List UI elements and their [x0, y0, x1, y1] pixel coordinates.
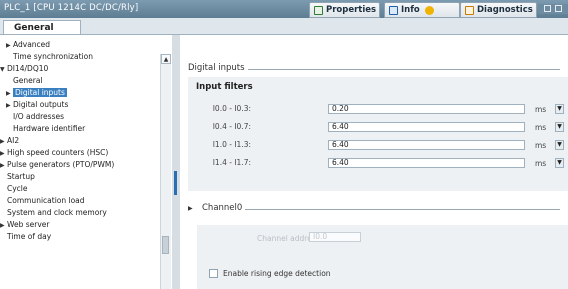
tree-item-label: Advanced — [13, 40, 51, 49]
filter-dropdown-icon[interactable]: ▼ — [555, 122, 564, 132]
tree-item-hardware-identifier[interactable]: Hardware identifier — [13, 123, 85, 134]
general-tab-bar: General — [0, 18, 568, 35]
tree-item-label: Startup — [7, 172, 35, 181]
tree-item-communication-load[interactable]: Communication load — [7, 195, 85, 206]
input-filters-panel: Input filters I0.0 - I0.3: 0.20 ms ▼ I0.… — [188, 77, 568, 191]
tree-item-label: Hardware identifier — [13, 124, 86, 133]
collapse-arrow-icon[interactable]: ▼ — [0, 64, 7, 75]
tree-item-di14-dq10[interactable]: ▼ DI14/DQ10 — [0, 63, 48, 74]
tab-general[interactable]: General — [3, 20, 81, 34]
tree-item-label: Web server — [7, 220, 50, 229]
tree-item-time-of-day[interactable]: Time of day — [7, 231, 51, 242]
expand-arrow-icon[interactable]: ▶ — [0, 148, 7, 159]
tree-item-startup[interactable]: Startup — [7, 171, 35, 182]
filter-dropdown-icon[interactable]: ▼ — [555, 158, 564, 168]
tree-item-label: High speed counters (HSC) — [7, 148, 109, 157]
expand-arrow-icon[interactable]: ▶ — [6, 88, 13, 99]
pane-splitter[interactable] — [172, 35, 180, 289]
tree-item-digital-outputs[interactable]: ▶ Digital outputs — [6, 99, 68, 110]
expand-arrow-icon[interactable]: ▶ — [6, 100, 13, 111]
tree-item-pulse-generators[interactable]: ▶ Pulse generators (PTO/PWM) — [0, 159, 114, 170]
scroll-up-icon[interactable]: ▲ — [161, 54, 171, 64]
filter-unit: ms — [535, 141, 547, 150]
filter-label: I0.4 - I0.7: — [212, 122, 251, 131]
info-badge-icon — [424, 5, 434, 15]
filter-value-input[interactable]: 6.40 — [328, 140, 525, 150]
tree-item-system-clock-memory[interactable]: System and clock memory — [7, 207, 107, 218]
tab-diagnostics[interactable]: Diagnostics — [460, 2, 537, 18]
filter-label: I1.4 - I1.7: — [212, 158, 251, 167]
tree-item-label: Digital inputs — [13, 88, 67, 97]
tree-item-label: Communication load — [7, 196, 85, 205]
tree-item-time-sync[interactable]: Time synchronization — [13, 51, 93, 62]
expand-arrow-icon[interactable]: ▶ — [6, 40, 13, 51]
tree-item-label: DI14/DQ10 — [7, 64, 49, 73]
tree-item-io-addresses[interactable]: I/O addresses — [13, 111, 64, 122]
inspector-title-bar: PLC_1 [CPU 1214C DC/DC/Rly] Properties I… — [0, 0, 568, 18]
rising-edge-label: Enable rising edge detection — [223, 269, 331, 278]
tab-properties-label: Properties — [326, 5, 377, 15]
channel-panel: Channel address: I0.0 Enable rising edge… — [197, 225, 568, 289]
device-title: PLC_1 [CPU 1214C DC/DC/Rly] — [4, 3, 139, 13]
tab-info[interactable]: Info — [384, 2, 460, 18]
tree-item-cycle[interactable]: Cycle — [7, 183, 28, 194]
tree-item-digital-inputs[interactable]: ▶ Digital inputs — [6, 87, 67, 98]
tree-item-label: I/O addresses — [13, 112, 65, 121]
tree-item-label: Cycle — [7, 184, 28, 193]
maximize-icon[interactable] — [555, 5, 562, 12]
info-icon — [389, 5, 398, 15]
channel-expand-arrow-icon[interactable]: ▶ — [188, 205, 193, 212]
filter-value-input[interactable]: 6.40 — [328, 158, 525, 168]
rising-edge-checkbox[interactable] — [209, 269, 218, 278]
navigation-tree: ▶ Advanced Time synchronization ▼ DI14/DQ1… — [0, 35, 173, 289]
section-title-digital-inputs: Digital inputs — [188, 63, 248, 73]
tree-item-web-server[interactable]: ▶ Web server — [0, 219, 49, 230]
tree-item-label: Digital outputs — [13, 100, 69, 109]
tree-item-label: Time of day — [7, 232, 52, 241]
tree-item-advanced[interactable]: ▶ Advanced — [6, 39, 50, 50]
tree-item-label: Pulse generators (PTO/PWM) — [7, 160, 115, 169]
restore-icon[interactable] — [544, 5, 551, 12]
splitter-handle[interactable] — [174, 171, 177, 195]
properties-icon — [314, 5, 323, 15]
filter-unit: ms — [535, 105, 547, 114]
tree-item-label: General — [13, 76, 43, 85]
input-filters-header: Input filters — [196, 82, 253, 92]
channel-address-input[interactable]: I0.0 — [309, 232, 361, 242]
window-controls[interactable] — [538, 4, 568, 14]
channel-divider — [202, 209, 560, 210]
tree-item-label: AI2 — [7, 136, 20, 145]
tree-scrollbar[interactable]: ▲ — [160, 54, 171, 289]
filter-value-input[interactable]: 0.20 — [328, 104, 525, 114]
tree-item-label: System and clock memory — [7, 208, 107, 217]
filter-unit: ms — [535, 123, 547, 132]
tree-item-ai2[interactable]: ▶ AI2 — [0, 135, 19, 146]
expand-arrow-icon[interactable]: ▶ — [0, 136, 7, 147]
filter-dropdown-icon[interactable]: ▼ — [555, 140, 564, 150]
expand-arrow-icon[interactable]: ▶ — [0, 160, 7, 171]
filter-label: I1.0 - I1.3: — [212, 140, 251, 149]
tab-info-label: Info — [401, 5, 420, 15]
diagnostics-icon — [465, 5, 474, 15]
expand-arrow-icon[interactable]: ▶ — [0, 220, 7, 231]
section-title-channel0: Channel0 — [202, 203, 246, 213]
tree-item-general[interactable]: General — [13, 75, 43, 86]
filter-label: I0.0 - I0.3: — [212, 104, 251, 113]
scrollbar-thumb[interactable] — [162, 236, 169, 254]
filter-dropdown-icon[interactable]: ▼ — [555, 104, 564, 114]
filter-unit: ms — [535, 159, 547, 168]
tab-properties[interactable]: Properties — [309, 2, 380, 18]
tab-diagnostics-label: Diagnostics — [477, 5, 533, 15]
tree-item-label: Time synchronization — [13, 52, 93, 61]
tree-item-hsc[interactable]: ▶ High speed counters (HSC) — [0, 147, 108, 158]
properties-content: Digital inputs Input filters I0.0 - I0.3… — [180, 35, 568, 289]
filter-value-input[interactable]: 6.40 — [328, 122, 525, 132]
